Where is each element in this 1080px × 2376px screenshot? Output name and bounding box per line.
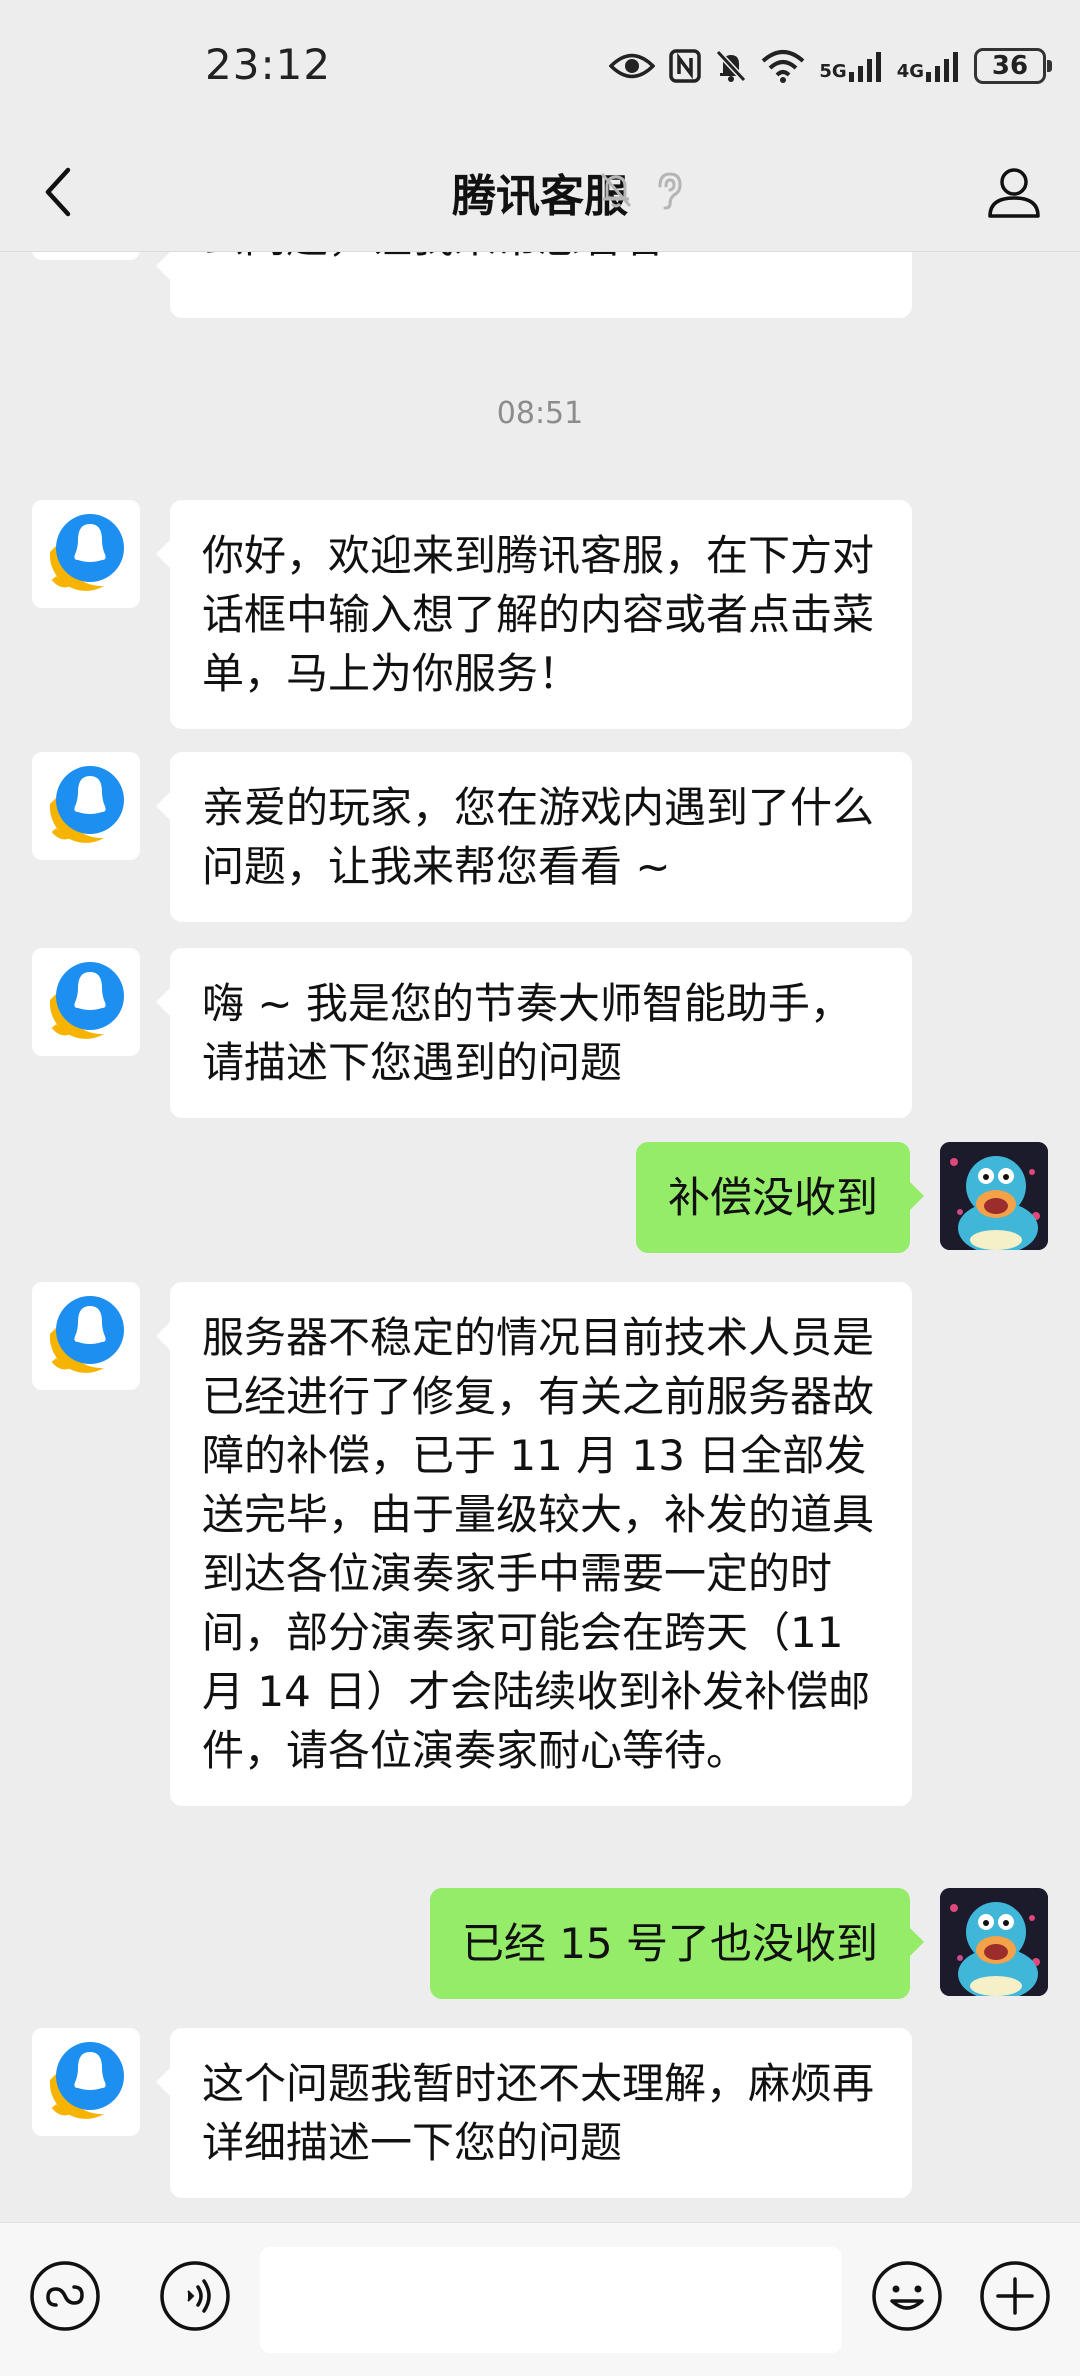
message-text: 么问题，让我来帮您看看 ~ <box>202 252 713 267</box>
emoji-icon[interactable] <box>870 2259 944 2333</box>
message-bubble-self[interactable]: 补偿没收到 <box>635 1142 925 1253</box>
message-bubble-self[interactable]: 已经 15 号了也没收到 <box>429 1888 925 1999</box>
message-bubble[interactable]: 亲爱的玩家，您在游戏内遇到了什么问题，让我来帮您看看 ~ <box>156 752 912 922</box>
avatar[interactable] <box>32 2028 140 2136</box>
duck-avatar-icon <box>940 1888 1048 1996</box>
message-bubble[interactable]: 嗨 ~ 我是您的节奏大师智能助手，请描述下您遇到的问题 <box>156 948 912 1118</box>
message-text: 亲爱的玩家，您在游戏内遇到了什么问题，让我来帮您看看 ~ <box>202 783 875 891</box>
tencent-support-logo-icon <box>34 2030 138 2134</box>
mini-program-icon[interactable] <box>28 2259 102 2333</box>
message-text: 你好，欢迎来到腾讯客服，在下方对话框中输入想了解的内容或者点击菜单，马上为你服务… <box>202 531 875 698</box>
tencent-support-logo-icon <box>34 502 138 606</box>
profile-icon[interactable] <box>984 162 1044 222</box>
signal-5g-label: 5G <box>819 61 847 82</box>
ear-icon <box>658 172 682 210</box>
message-bubble[interactable]: 你好，欢迎来到腾讯客服，在下方对话框中输入想了解的内容或者点击菜单，马上为你服务… <box>156 500 912 729</box>
signal-5g-icon: 5G <box>819 50 882 82</box>
message-bubble[interactable]: 这个问题我暂时还不太理解，麻烦再详细描述一下您的问题 <box>156 2028 912 2198</box>
mute-bell-icon <box>600 173 632 208</box>
message-input[interactable] <box>260 2247 842 2353</box>
message-text: 服务器不稳定的情况目前技术人员是已经进行了修复，有关之前服务器故障的补偿，已于 … <box>202 1313 875 1775</box>
status-bar: 23:12 5G 4G 36 <box>0 0 1080 132</box>
timestamp: 08:51 <box>496 396 584 431</box>
avatar[interactable] <box>32 500 140 608</box>
chat-title: 腾讯客服 <box>452 171 628 222</box>
avatar[interactable] <box>32 1282 140 1390</box>
eye-icon <box>609 53 656 79</box>
tencent-support-logo-icon <box>34 754 138 858</box>
nfc-icon <box>669 49 702 83</box>
add-icon[interactable] <box>978 2259 1052 2333</box>
message-text: 补偿没收到 <box>667 1173 878 1222</box>
user-avatar[interactable] <box>940 1142 1048 1250</box>
signal-4g-icon: 4G <box>897 50 960 82</box>
status-time: 23:12 <box>205 40 332 89</box>
signal-4g-label: 4G <box>896 61 924 82</box>
tencent-support-logo-icon <box>34 1284 138 1388</box>
status-icons: 5G 4G 36 <box>609 44 1052 88</box>
wifi-icon <box>762 50 805 83</box>
message-text: 这个问题我暂时还不太理解，麻烦再详细描述一下您的问题 <box>202 2059 875 2167</box>
duck-avatar-icon <box>940 1142 1048 1250</box>
avatar[interactable] <box>32 752 140 860</box>
message-text: 嗨 ~ 我是您的节奏大师智能助手，请描述下您遇到的问题 <box>202 979 852 1087</box>
input-bar <box>0 2222 1080 2376</box>
mute-bell-icon <box>716 49 747 83</box>
title-status-icons <box>598 170 684 210</box>
message-bubble[interactable]: 么问题，让我来帮您看看 ~ <box>156 252 912 318</box>
chat-area[interactable]: 么问题，让我来帮您看看 ~ 08:51 你好，欢迎来到腾讯客服，在下方对话框中输… <box>0 252 1080 2222</box>
voice-icon[interactable] <box>158 2259 232 2333</box>
battery-indicator: 36 <box>974 48 1052 84</box>
avatar[interactable] <box>32 252 140 260</box>
message-bubble[interactable]: 服务器不稳定的情况目前技术人员是已经进行了修复，有关之前服务器故障的补偿，已于 … <box>156 1282 912 1806</box>
user-avatar[interactable] <box>940 1888 1048 1996</box>
avatar[interactable] <box>32 948 140 1056</box>
chat-header: 腾讯客服 <box>0 132 1080 252</box>
message-text: 已经 15 号了也没收到 <box>461 1919 878 1968</box>
tencent-support-logo-icon <box>34 950 138 1054</box>
